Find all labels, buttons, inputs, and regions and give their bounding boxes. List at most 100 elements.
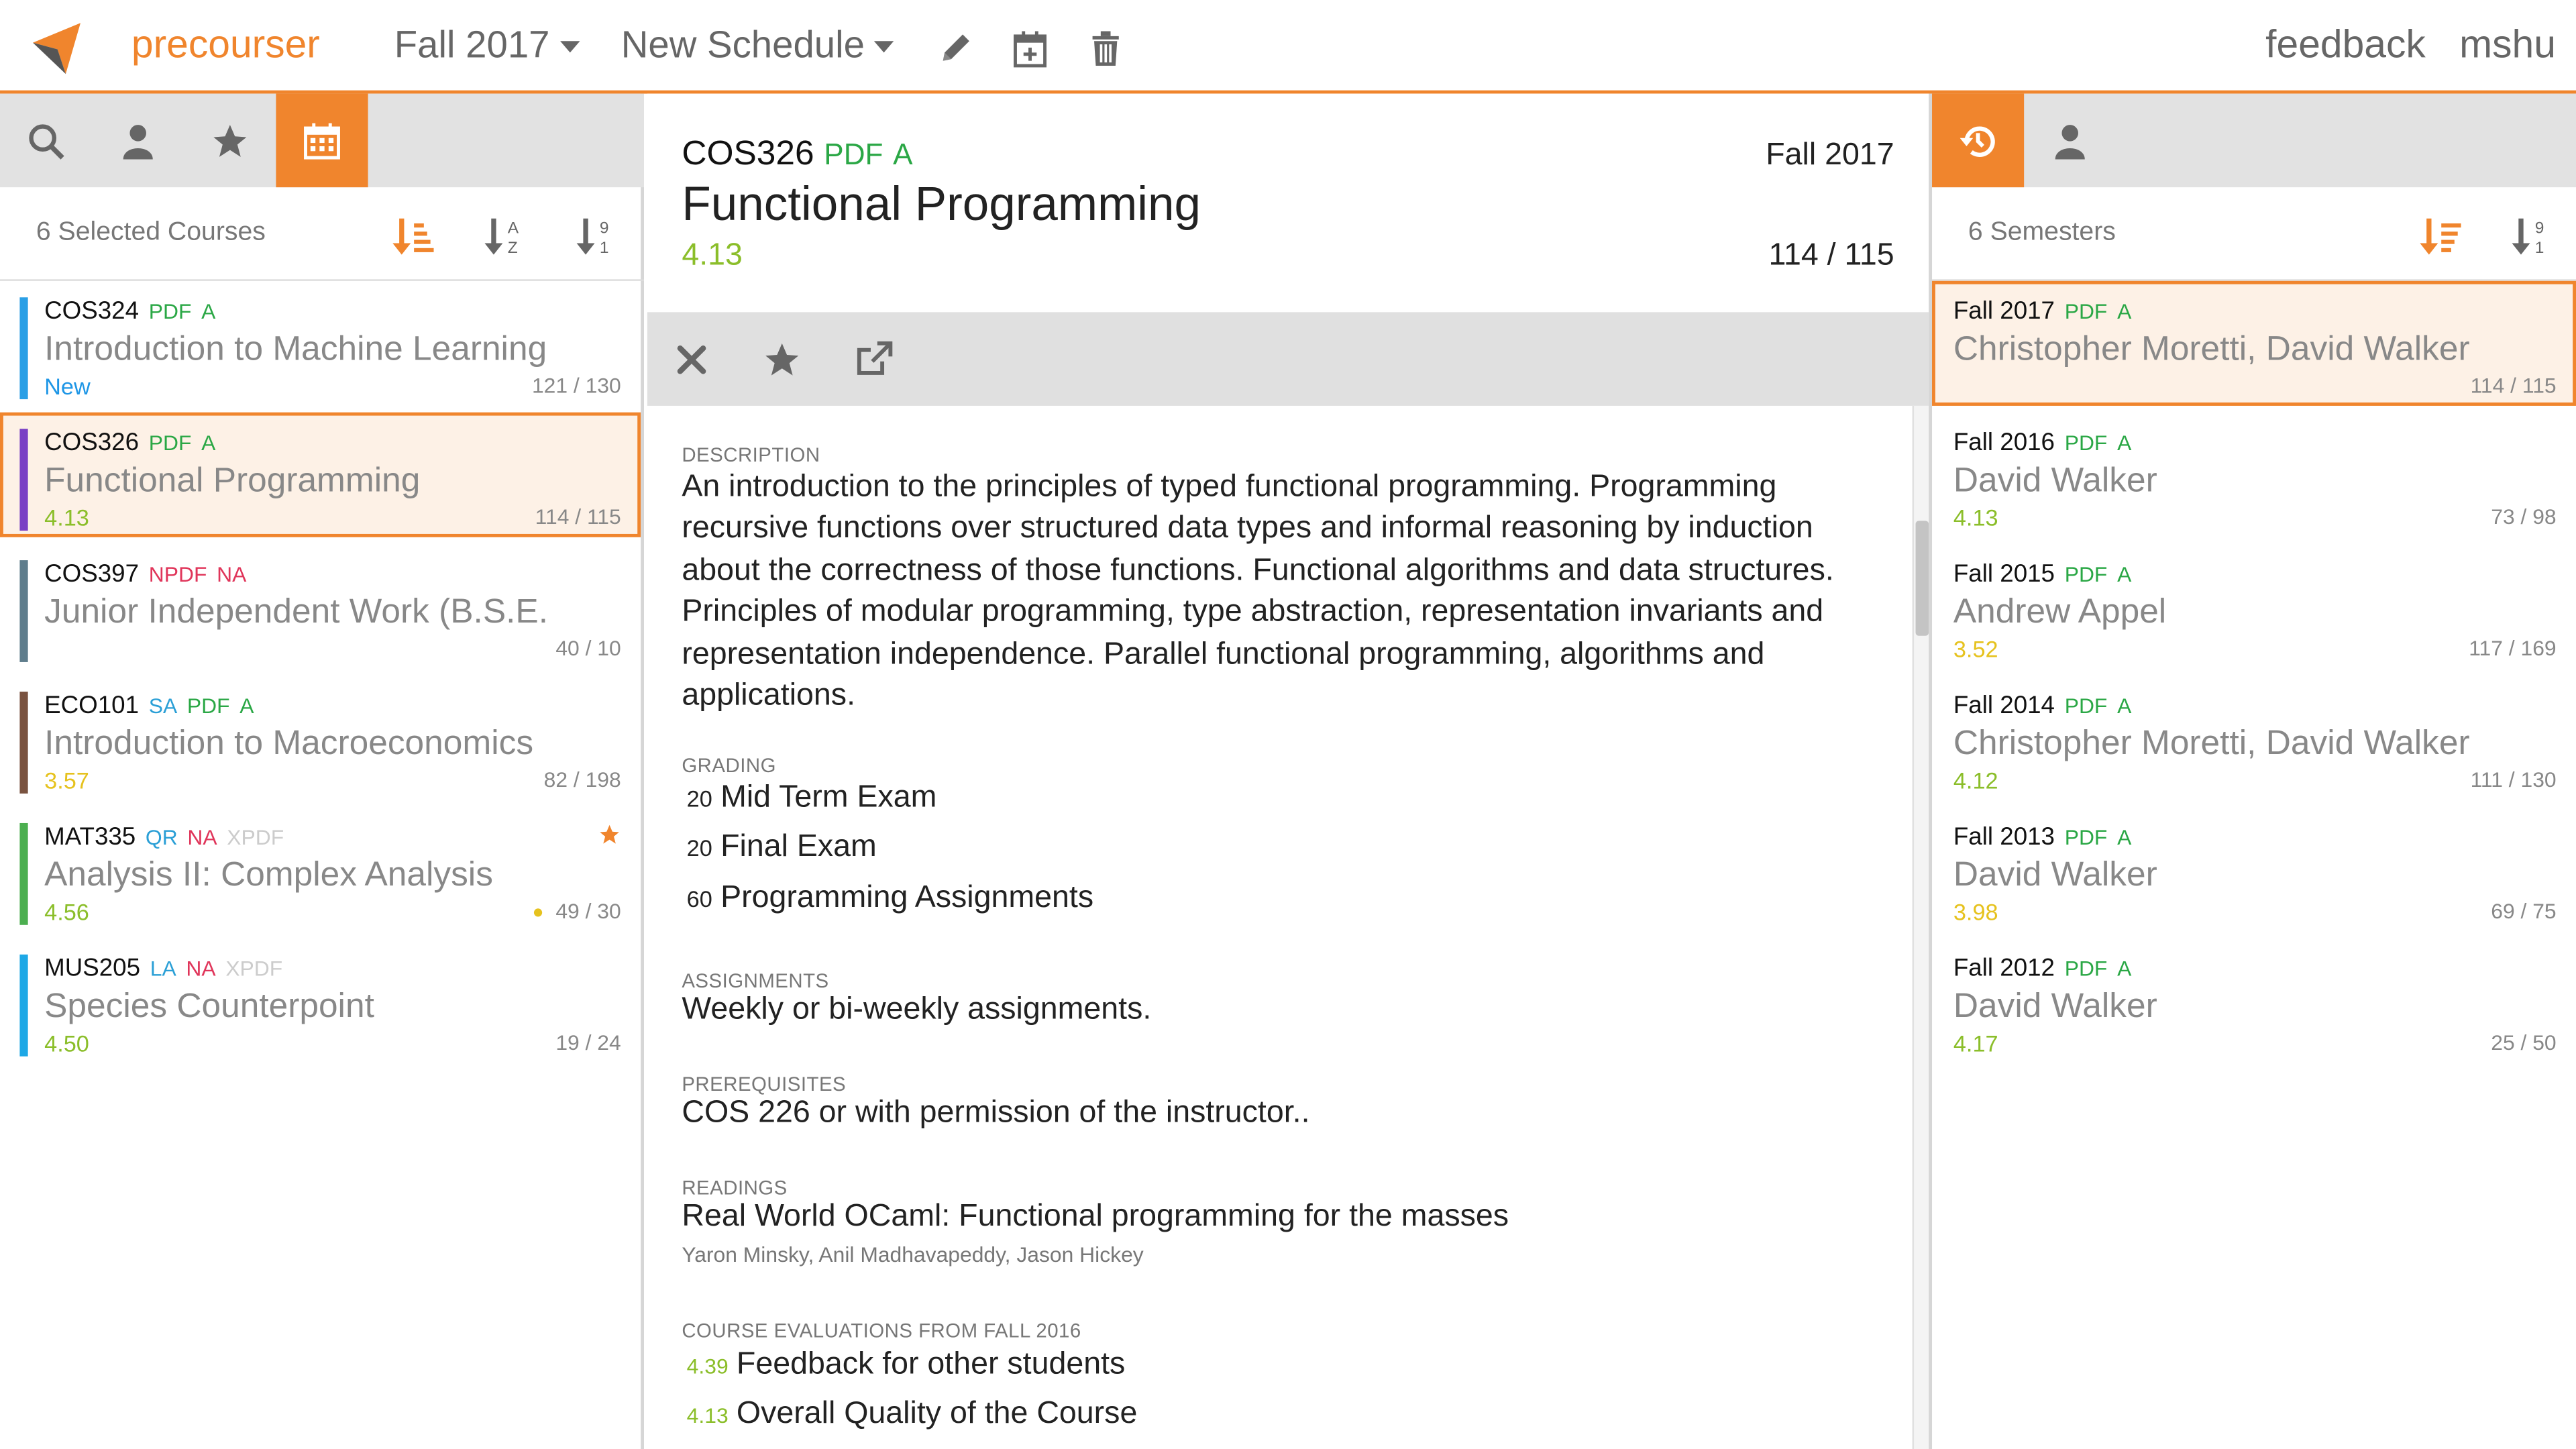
course-code-line: MAT335 QR NA XPDF	[44, 823, 284, 851]
course-enrollment: 40 / 10	[555, 636, 621, 661]
semester-term: Fall 2013	[1953, 822, 2055, 851]
semester-term-line: Fall 2016 PDF A	[1953, 429, 2131, 457]
semester-item[interactable]: Fall 2016 PDF A David Walker 4.13 73 / 98	[1932, 413, 2576, 537]
course-semester: Fall 2017	[1766, 138, 1894, 173]
course-item[interactable]: COS324 PDF A Introduction to Machine Learni…	[0, 281, 641, 406]
course-tag: A	[893, 138, 913, 171]
sort-numeric-icon[interactable]: 9 1	[2510, 213, 2557, 260]
semester-term: Fall 2012	[1953, 954, 2055, 983]
semester-enrollment: 114 / 115	[2470, 372, 2557, 398]
tab-history[interactable]	[1932, 93, 2025, 188]
semester-item[interactable]: Fall 2013 PDF A David Walker 3.98 69 / 75	[1932, 806, 2576, 931]
course-item[interactable]: COS397 NPDF NA Junior Independent Work (B.S…	[0, 544, 641, 669]
course-tag: NA	[186, 956, 216, 981]
svg-text:1: 1	[2535, 239, 2544, 257]
search-icon	[29, 124, 64, 160]
schedule-dropdown[interactable]: New Schedule	[621, 23, 895, 67]
app-window: precourser Fall 2017 New Schedule feedba…	[0, 0, 2576, 1449]
trash-icon[interactable]	[1087, 30, 1124, 69]
user-menu[interactable]: mshu	[2459, 23, 2556, 69]
close-icon[interactable]	[672, 340, 712, 380]
reading-authors: Yaron Minsky, Anil Madhavapeddy, Jason H…	[682, 1242, 1144, 1267]
semester-rating: 3.52	[1953, 635, 1998, 662]
semester-tag: PDF	[2064, 299, 2108, 324]
enrollment-count: 121 / 130	[531, 372, 621, 398]
sort-by-rating-icon[interactable]	[391, 213, 437, 260]
semester-item[interactable]: Fall 2015 PDF A Andrew Appel 3.52 117 / 169	[1932, 544, 2576, 669]
chevron-down-icon	[559, 42, 580, 54]
tab-favorites[interactable]	[184, 94, 276, 188]
grading-row: 20 Mid Term Exam	[687, 780, 937, 816]
scrollbar-thumb[interactable]	[1915, 521, 1929, 636]
course-rating: 4.56	[44, 898, 89, 925]
semester-tag: PDF	[2064, 956, 2108, 981]
semester-tag: A	[2117, 561, 2132, 587]
course-tag: A	[201, 430, 216, 455]
star-icon[interactable]	[598, 823, 621, 846]
left-panel: 6 Selected Courses A Z 9 1 COS324 PDF A Int…	[0, 93, 645, 1449]
course-enrollment: 121 / 130	[532, 373, 621, 398]
logo-icon	[32, 23, 81, 74]
detail-scrollbar[interactable]	[1912, 405, 1929, 1449]
semester-enrollment: 73 / 98	[2491, 504, 2557, 529]
course-title: Introduction to Machine Learning	[44, 330, 547, 368]
course-color-bar	[19, 822, 28, 925]
course-item[interactable]: MUS205 LA NA XPDF Species Counterpoint 4.50 19…	[0, 938, 641, 1063]
svg-text:9: 9	[2535, 219, 2544, 237]
grading-percent: 20	[686, 835, 712, 861]
semester-item[interactable]: Fall 2012 PDF A David Walker 4.17 25 / 50	[1932, 938, 2576, 1063]
tab-instructors[interactable]	[2024, 94, 2116, 188]
course-item[interactable]: MAT335 QR NA XPDF Analysis II: Complex Analy…	[0, 806, 641, 931]
course-item[interactable]: COS326 PDF A Functional Programming 4.13 114 …	[0, 412, 641, 537]
feedback-link[interactable]: feedback	[2265, 23, 2426, 69]
semester-sort-bar: 6 Semesters 9 1	[1932, 187, 2576, 281]
person-icon	[123, 125, 153, 160]
pencil-icon[interactable]	[938, 30, 974, 69]
semester-enrollment: 111 / 130	[2470, 767, 2557, 792]
status-dot-icon	[534, 908, 543, 917]
grading-label: GRADING	[682, 754, 776, 777]
course-code: MUS205	[44, 954, 141, 983]
course-color-bar	[19, 692, 28, 794]
tab-search[interactable]	[0, 94, 92, 188]
brand-name[interactable]: precourser	[131, 23, 320, 69]
semester-item[interactable]: Fall 2014 PDF A Christopher Moretti, David …	[1932, 676, 2576, 800]
star-icon[interactable]	[762, 340, 802, 380]
course-tag: LA	[150, 956, 176, 981]
course-tag: PDF	[186, 693, 230, 718]
semester-tag: PDF	[2064, 561, 2108, 587]
semester-enrollment: 69 / 75	[2491, 898, 2557, 924]
tab-schedule[interactable]	[276, 93, 368, 188]
grading-percent: 20	[686, 785, 712, 812]
external-link-icon[interactable]	[854, 340, 894, 380]
course-code-line: COS324 PDF A	[44, 297, 215, 325]
course-tag: NA	[187, 824, 217, 850]
top-bar: precourser Fall 2017 New Schedule feedba…	[0, 0, 2576, 94]
sort-by-rating-icon[interactable]	[2418, 213, 2465, 260]
svg-text:1: 1	[600, 239, 609, 257]
semester-tag: PDF	[2064, 693, 2108, 718]
grading-item: Programming Assignments	[720, 880, 1094, 916]
tab-instructors[interactable]	[92, 94, 184, 188]
course-color-bar	[19, 297, 28, 400]
course-title: Species Counterpoint	[44, 987, 374, 1026]
course-code: COS324	[44, 297, 140, 325]
semester-item[interactable]: Fall 2017 PDF A Christopher Moretti, David …	[1932, 280, 2576, 406]
semester-tag: PDF	[2064, 430, 2108, 455]
semesters-count: 6 Semesters	[1968, 218, 2116, 247]
course-code-line: COS326 PDF A	[44, 429, 215, 457]
semester-term: Fall 2014	[1953, 692, 2055, 720]
course-code: ECO101	[44, 692, 140, 720]
description-label: DESCRIPTION	[682, 443, 820, 467]
course-rating: 4.50	[44, 1030, 89, 1057]
sort-numeric-icon[interactable]: 9 1	[575, 213, 621, 260]
semester-term: Fall 2017	[1953, 297, 2055, 325]
course-item[interactable]: ECO101 SA PDF A Introduction to Macroeconomi…	[0, 676, 641, 800]
semester-dropdown[interactable]: Fall 2017	[394, 23, 580, 67]
course-tag: A	[201, 299, 216, 324]
assignments-text: Weekly or bi-weekly assignments.	[682, 992, 1152, 1027]
calendar-add-icon[interactable]	[1012, 30, 1049, 69]
enrollment-count: 82 / 198	[543, 767, 621, 792]
course-enrollment: 49 / 30	[534, 899, 621, 923]
sort-alpha-icon[interactable]: A Z	[483, 213, 529, 260]
